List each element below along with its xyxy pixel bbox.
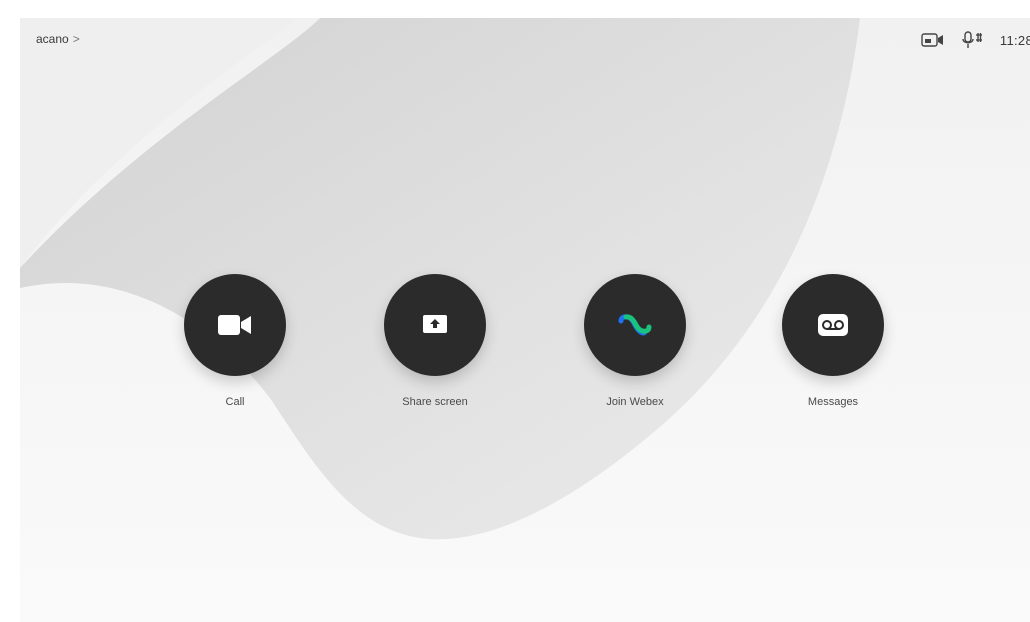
share-screen-icon: [423, 315, 447, 333]
join-webex-label: Join Webex: [606, 396, 664, 408]
messages-button[interactable]: Messages: [773, 274, 893, 408]
video-camera-icon: [218, 315, 251, 335]
home-screen: acano > 11:28 Call Share screen Join Web…: [20, 18, 1030, 622]
call-button[interactable]: Call: [175, 274, 295, 408]
join-webex-button[interactable]: Join Webex: [575, 274, 695, 408]
share-screen-button-circle[interactable]: [384, 274, 486, 376]
share-screen-label: Share screen: [402, 396, 468, 408]
voicemail-icon: [818, 314, 848, 336]
call-label: Call: [225, 396, 245, 408]
home-actions: Call Share screen Join Webex Messages: [20, 18, 1030, 622]
messages-label: Messages: [807, 396, 859, 408]
join-webex-button-circle[interactable]: [584, 274, 686, 376]
webex-logo-icon: [618, 314, 652, 336]
call-button-circle[interactable]: [184, 274, 286, 376]
share-screen-button[interactable]: Share screen: [375, 274, 495, 408]
messages-button-circle[interactable]: [782, 274, 884, 376]
